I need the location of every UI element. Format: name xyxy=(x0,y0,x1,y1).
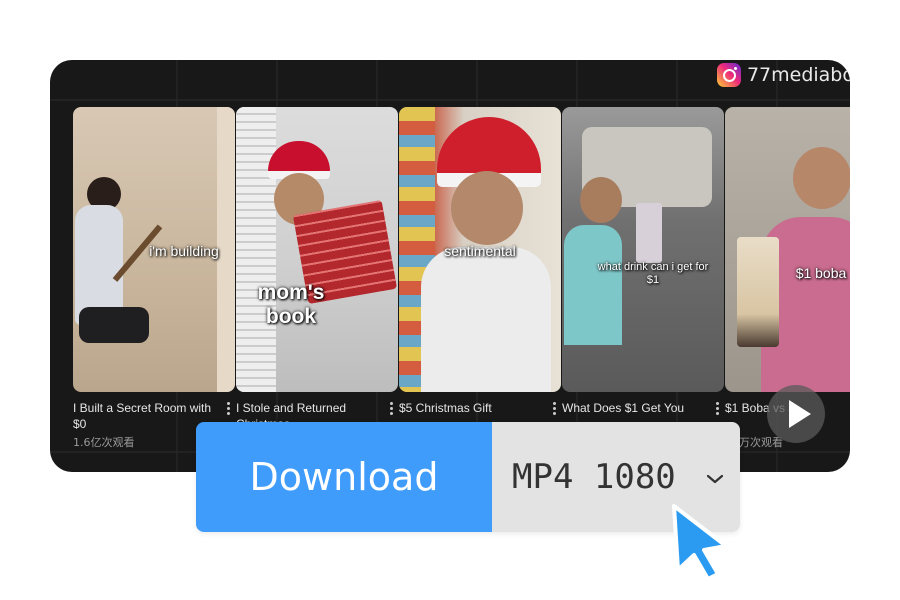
boba-cup xyxy=(737,237,779,347)
video-card[interactable]: sentimental $5 Christmas Gift xyxy=(399,107,561,432)
more-options-icon[interactable] xyxy=(390,402,394,416)
chevron-down-icon[interactable] xyxy=(706,474,724,484)
video-card[interactable]: what drink can i get for $1 What Does $1… xyxy=(562,107,724,432)
mouse-cursor-icon xyxy=(672,504,728,581)
person-legs xyxy=(79,307,149,343)
video-thumbnail[interactable]: mom's book xyxy=(236,107,398,392)
watermark: 77mediabo xyxy=(716,62,850,88)
person-shirt xyxy=(421,247,551,392)
thumbnail-caption: $1 boba xyxy=(795,265,847,281)
thumbnail-caption: mom's book xyxy=(257,281,325,328)
cup xyxy=(636,203,662,263)
thumbnail-caption: what drink can i get for $1 xyxy=(597,261,709,286)
thumbnail-caption: sentimental xyxy=(444,243,516,259)
instagram-icon xyxy=(716,63,741,87)
person-face xyxy=(793,147,850,209)
person-face xyxy=(580,177,622,223)
video-thumbnail[interactable]: i'm building xyxy=(73,107,235,392)
video-row: i'm building I Built a Secret Room with … xyxy=(73,107,850,472)
video-grid-panel: 77mediabo i'm building I Built a Secret … xyxy=(50,60,850,472)
more-options-icon[interactable] xyxy=(553,402,557,416)
download-button[interactable]: Download xyxy=(196,422,492,532)
play-icon[interactable] xyxy=(767,385,825,443)
video-card[interactable]: i'm building I Built a Secret Room with … xyxy=(73,107,235,450)
video-card[interactable]: mom's book I Stole and Returned Christma… xyxy=(236,107,398,432)
watermark-handle: 77mediabo xyxy=(746,64,850,86)
video-thumbnail[interactable]: $1 boba xyxy=(725,107,850,392)
download-bar: Download MP4 1080 xyxy=(196,422,740,532)
more-options-icon[interactable] xyxy=(716,402,720,416)
video-thumbnail[interactable]: what drink can i get for $1 xyxy=(562,107,724,392)
person-face xyxy=(451,171,523,245)
video-thumbnail[interactable]: sentimental xyxy=(399,107,561,392)
thumbnail-caption: i'm building xyxy=(149,243,219,259)
format-value: MP4 1080 xyxy=(512,457,676,497)
more-options-icon[interactable] xyxy=(227,402,231,416)
